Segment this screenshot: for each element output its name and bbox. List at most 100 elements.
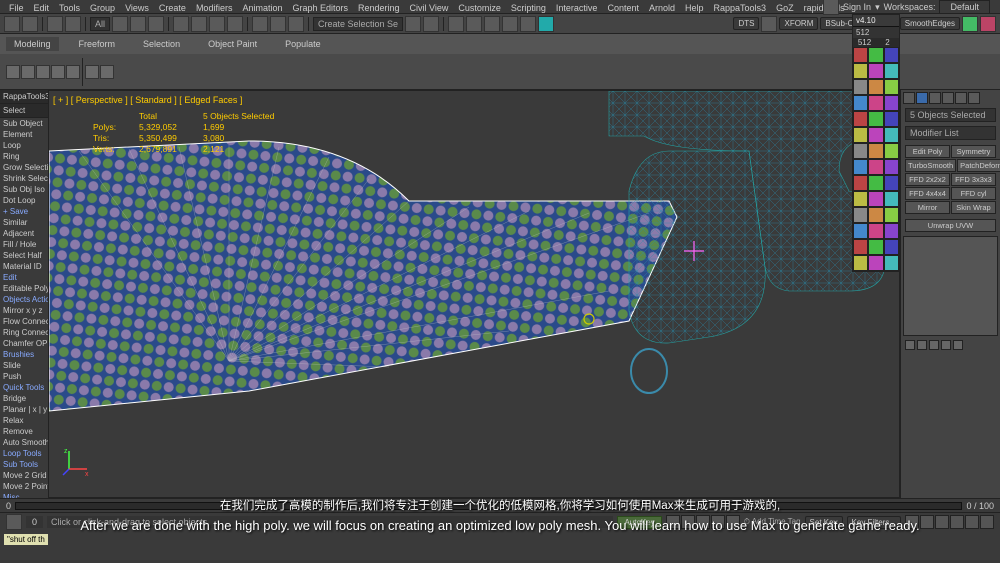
select-name-icon[interactable] bbox=[130, 16, 146, 32]
modifier-stack[interactable] bbox=[903, 236, 998, 336]
rappatools-loop[interactable]: Loop bbox=[0, 140, 48, 151]
toolbox-btn-4-1[interactable] bbox=[868, 111, 883, 127]
modifier-ffd-2x2x2-button[interactable]: FFD 2x2x2 bbox=[905, 173, 950, 186]
toolbox-btn-0-0[interactable] bbox=[853, 47, 868, 63]
toolbox-btn-10-1[interactable] bbox=[868, 207, 883, 223]
rappatools-relax[interactable]: Relax bbox=[0, 415, 48, 426]
signin-link[interactable]: Sign In bbox=[843, 2, 871, 12]
rappatools-edit[interactable]: Edit bbox=[0, 272, 48, 283]
toolbox-btn-3-2[interactable] bbox=[884, 95, 899, 111]
menu-file[interactable]: File bbox=[4, 2, 29, 11]
workspace-selector[interactable]: Default bbox=[939, 0, 990, 14]
toolbox-btn-1-0[interactable] bbox=[853, 63, 868, 79]
modifier-list-dropdown[interactable]: Modifier List bbox=[905, 126, 996, 140]
configure-icon[interactable] bbox=[953, 340, 963, 350]
toolbox-btn-6-2[interactable] bbox=[884, 143, 899, 159]
rappatools-adjacent[interactable]: Adjacent bbox=[0, 228, 48, 239]
rappatools-loop-tools[interactable]: Loop Tools bbox=[0, 448, 48, 459]
rappatools-bridge[interactable]: Bridge bbox=[0, 393, 48, 404]
rappatools-push[interactable]: Push bbox=[0, 371, 48, 382]
modifier-edit-poly-button[interactable]: Edit Poly bbox=[905, 145, 950, 158]
edge-mode-icon[interactable] bbox=[21, 65, 35, 79]
ribbon-tool-a-icon[interactable] bbox=[85, 65, 99, 79]
toolbox-btn-9-0[interactable] bbox=[853, 191, 868, 207]
align-icon[interactable] bbox=[423, 16, 439, 32]
menu-customize[interactable]: Customize bbox=[453, 2, 506, 11]
rappatools-element[interactable]: Element bbox=[0, 129, 48, 140]
modifier-ffd-4x4x4-button[interactable]: FFD 4x4x4 bbox=[905, 187, 950, 200]
toolbox-btn-9-1[interactable] bbox=[868, 191, 883, 207]
menu-create[interactable]: Create bbox=[154, 2, 191, 11]
toolbox-btn-7-2[interactable] bbox=[884, 159, 899, 175]
viewport[interactable]: [ + ] [ Perspective ] [ Standard ] [ Edg… bbox=[48, 90, 900, 498]
display-tab-icon[interactable] bbox=[955, 92, 967, 104]
user-icon[interactable] bbox=[823, 0, 839, 15]
menu-animation[interactable]: Animation bbox=[237, 2, 287, 11]
utilities-tab-icon[interactable] bbox=[968, 92, 980, 104]
rappatools-fill-hole[interactable]: Fill / Hole bbox=[0, 239, 48, 250]
select-icon[interactable] bbox=[112, 16, 128, 32]
motion-tab-icon[interactable] bbox=[942, 92, 954, 104]
toolbox-btn-3-0[interactable] bbox=[853, 95, 868, 111]
toolbox-btn-8-0[interactable] bbox=[853, 175, 868, 191]
ribbon-tool-b-icon[interactable] bbox=[100, 65, 114, 79]
modifier-ffd-3x3x3-button[interactable]: FFD 3x3x3 bbox=[951, 173, 996, 186]
rappatools-auto-smooth[interactable]: Auto Smooth bbox=[0, 437, 48, 448]
rappatools-sub-object[interactable]: Sub Object bbox=[0, 118, 48, 129]
toolbox-btn-11-0[interactable] bbox=[853, 223, 868, 239]
rappatools-select-half[interactable]: Select Half bbox=[0, 250, 48, 261]
selection-filter-dropdown[interactable]: All bbox=[90, 17, 110, 31]
rappatools-quick-tools[interactable]: Quick Tools bbox=[0, 382, 48, 393]
toolbox-btn-2-0[interactable] bbox=[853, 79, 868, 95]
hierarchy-tab-icon[interactable] bbox=[929, 92, 941, 104]
ribbon-tab-freeform[interactable]: Freeform bbox=[71, 37, 124, 51]
tool-b-icon[interactable] bbox=[980, 16, 996, 32]
create-tab-icon[interactable] bbox=[903, 92, 915, 104]
menu-civil-view[interactable]: Civil View bbox=[405, 2, 454, 11]
toolbox-btn-0-2[interactable] bbox=[884, 47, 899, 63]
toolbox-btn-9-2[interactable] bbox=[884, 191, 899, 207]
toolbox-btn-1-1[interactable] bbox=[868, 63, 883, 79]
menu-tools[interactable]: Tools bbox=[54, 2, 85, 11]
menu-rappatools3[interactable]: RappaTools3 bbox=[709, 2, 772, 11]
toolbox-btn-11-1[interactable] bbox=[868, 223, 883, 239]
pin-stack-icon[interactable] bbox=[905, 340, 915, 350]
move-icon[interactable] bbox=[173, 16, 189, 32]
modifier-mirror-button[interactable]: Mirror bbox=[905, 201, 950, 214]
rappatools-grow-selection[interactable]: Grow Selection bbox=[0, 162, 48, 173]
toolbox-btn-12-1[interactable] bbox=[868, 239, 883, 255]
render-setup-icon[interactable] bbox=[502, 16, 518, 32]
xform-field[interactable]: XFORM bbox=[779, 17, 818, 30]
toolbox-btn-10-0[interactable] bbox=[853, 207, 868, 223]
vertex-mode-icon[interactable] bbox=[6, 65, 20, 79]
menu-views[interactable]: Views bbox=[120, 2, 154, 11]
toolbox-btn-1-2[interactable] bbox=[884, 63, 899, 79]
modifier-turbosmooth-button[interactable]: TurboSmooth bbox=[905, 159, 956, 172]
angle-snap-icon[interactable] bbox=[270, 16, 286, 32]
toolbox-btn-8-1[interactable] bbox=[868, 175, 883, 191]
menu-modifiers[interactable]: Modifiers bbox=[191, 2, 238, 11]
ribbon-tab-populate[interactable]: Populate bbox=[277, 37, 329, 51]
tool-a-icon[interactable] bbox=[962, 16, 978, 32]
ribbon-tab-modeling[interactable]: Modeling bbox=[6, 37, 59, 51]
toolbox-btn-2-1[interactable] bbox=[868, 79, 883, 95]
modify-tab-icon[interactable] bbox=[916, 92, 928, 104]
mirror-icon[interactable] bbox=[405, 16, 421, 32]
modifier-ffd-cyl-button[interactable]: FFD cyl bbox=[951, 187, 996, 200]
rappatools-slide[interactable]: Slide bbox=[0, 360, 48, 371]
ribbon-tab-selection[interactable]: Selection bbox=[135, 37, 188, 51]
toolbox-btn-4-2[interactable] bbox=[884, 111, 899, 127]
rappatools-flow-connect[interactable]: Flow Connect bbox=[0, 316, 48, 327]
menu-help[interactable]: Help bbox=[680, 2, 709, 11]
unlink-icon[interactable] bbox=[65, 16, 81, 32]
rappatools-brushies[interactable]: Brushies bbox=[0, 349, 48, 360]
object-name-field[interactable]: 5 Objects Selected bbox=[905, 108, 996, 122]
toolbox-btn-8-2[interactable] bbox=[884, 175, 899, 191]
rappatools-chamfer-op[interactable]: Chamfer OP bbox=[0, 338, 48, 349]
menu-scripting[interactable]: Scripting bbox=[506, 2, 551, 11]
menu-arnold[interactable]: Arnold bbox=[644, 2, 680, 11]
select-region-icon[interactable] bbox=[148, 16, 164, 32]
render-frame-icon[interactable] bbox=[520, 16, 536, 32]
rappatools--save[interactable]: + Save bbox=[0, 206, 48, 217]
viewport-label[interactable]: [ + ] [ Perspective ] [ Standard ] [ Edg… bbox=[53, 95, 242, 105]
